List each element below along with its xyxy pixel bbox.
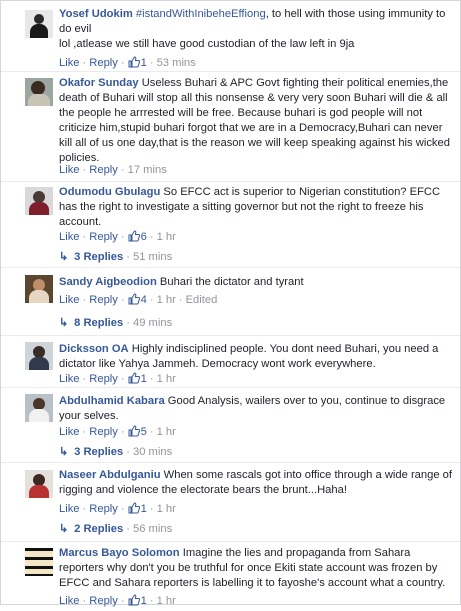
timestamp[interactable]: 17 mins [128,164,167,176]
comment-body: Yosef Udokim #istandWithInibeheEffiong, … [59,7,454,52]
view-replies-link[interactable]: ↳ 2 Replies · 56 mins [59,522,172,537]
replies-time: 49 mins [132,317,173,329]
avatar[interactable] [25,275,53,303]
thumbs-up-icon [128,502,140,519]
timestamp[interactable]: 1 hr [157,294,176,306]
reply-link[interactable]: Reply [89,57,118,69]
timestamp[interactable]: 53 mins [157,57,196,69]
author-name[interactable]: Naseer Abdulganiu [59,469,161,481]
divider [1,181,460,182]
divider [1,541,460,542]
timestamp[interactable]: 1 hr [157,231,176,243]
reply-link[interactable]: Reply [89,231,118,243]
author-name[interactable]: Marcus Bayo Solomon [59,547,180,559]
comment-body: Okafor Sunday Useless Buhari & APC Govt … [59,76,454,166]
like-link[interactable]: Like [59,373,80,385]
thumbs-up-icon [128,293,140,310]
divider [1,267,460,268]
comment-actions: Like · Reply · 17 mins [59,164,167,176]
reply-link[interactable]: Reply [89,164,118,176]
like-count[interactable]: 5 [141,426,147,438]
comment-body: Abdulhamid Kabara Good Analysis, wailers… [59,394,454,424]
view-replies-link[interactable]: ↳ 3 Replies · 30 mins [59,445,172,460]
hashtag-link[interactable]: #istandWithInibeheEffiong [136,8,266,20]
thumbs-up-icon [128,425,140,442]
comment-actions: Like · Reply · 4 · 1 hr · Edited [59,293,217,310]
author-name[interactable]: Odumodu Gbulagu [59,186,160,198]
like-link[interactable]: Like [59,503,80,515]
comment-actions: Like · Reply · 1 · 1 hr [59,594,176,611]
replies-count[interactable]: 3 Replies [74,251,123,263]
author-name[interactable]: Yosef Udokim [59,8,133,20]
author-name[interactable]: Okafor Sunday [59,77,139,89]
comment-text: Buhari the dictator and tyrant [159,276,304,288]
comment-body: Odumodu Gbulagu So EFCC act is superior … [59,185,454,230]
avatar[interactable] [25,470,53,498]
timestamp[interactable]: 1 hr [157,503,176,515]
like-link[interactable]: Like [59,164,80,176]
comments-panel: Yosef Udokim #istandWithInibeheEffiong, … [0,0,461,607]
avatar[interactable] [25,10,53,38]
replies-time: 51 mins [132,251,173,263]
thumbs-up-icon [128,594,140,611]
author-name[interactable]: Abdulhamid Kabara [59,395,165,407]
comment-text: Useless Buhari & APC Govt fighting their… [59,77,450,164]
avatar[interactable] [25,548,53,576]
author-name[interactable]: Dicksson OA [59,343,129,355]
reply-link[interactable]: Reply [89,373,118,385]
reply-link[interactable]: Reply [89,595,118,607]
comment-actions: Like · Reply · 6 · 1 hr [59,230,176,247]
like-count[interactable]: 1 [141,503,147,515]
author-name[interactable]: Sandy Aigbeodion [59,276,157,288]
reply-link[interactable]: Reply [89,503,118,515]
like-link[interactable]: Like [59,294,80,306]
like-count[interactable]: 4 [141,294,147,306]
comment-body: Sandy Aigbeodion Buhari the dictator and… [59,275,454,290]
view-replies-link[interactable]: ↳ 8 Replies · 49 mins [59,316,172,331]
comment-actions: Like · Reply · 5 · 1 hr [59,425,176,442]
avatar[interactable] [25,78,53,106]
replies-time: 56 mins [132,523,173,535]
timestamp[interactable]: 1 hr [157,373,176,385]
like-link[interactable]: Like [59,595,80,607]
like-count[interactable]: 1 [141,373,147,385]
reply-link[interactable]: Reply [89,426,118,438]
comment-actions: Like · Reply · 1 · 1 hr [59,502,176,519]
comment-text-line: lol ,atlease we still have good custodia… [59,38,355,50]
like-link[interactable]: Like [59,426,80,438]
like-count[interactable]: 1 [141,595,147,607]
reply-link[interactable]: Reply [89,294,118,306]
like-count[interactable]: 6 [141,231,147,243]
avatar[interactable] [25,342,53,370]
edited-label[interactable]: Edited [186,294,218,306]
comment-body: Dicksson OA Highly indisciplined people.… [59,342,454,372]
reply-arrow-icon: ↳ [59,446,69,458]
like-link[interactable]: Like [59,231,80,243]
comment-body: Marcus Bayo Solomon Imagine the lies and… [59,546,454,591]
timestamp[interactable]: 1 hr [157,426,176,438]
reply-arrow-icon: ↳ [59,523,69,535]
timestamp[interactable]: 1 hr [157,595,176,607]
replies-count[interactable]: 8 Replies [74,317,123,329]
comment-body: Naseer Abdulganiu When some rascals got … [59,468,454,498]
replies-time: 30 mins [132,446,173,458]
avatar[interactable] [25,187,53,215]
reply-arrow-icon: ↳ [59,317,69,329]
reply-arrow-icon: ↳ [59,251,69,263]
like-link[interactable]: Like [59,57,80,69]
view-replies-link[interactable]: ↳ 3 Replies · 51 mins [59,250,172,265]
avatar[interactable] [25,394,53,422]
divider [1,462,460,463]
replies-count[interactable]: 3 Replies [74,446,123,458]
divider [1,387,460,388]
divider [1,71,460,72]
replies-count[interactable]: 2 Replies [74,523,123,535]
thumbs-up-icon [128,230,140,247]
divider [1,335,460,336]
like-count[interactable]: 1 [141,57,147,69]
